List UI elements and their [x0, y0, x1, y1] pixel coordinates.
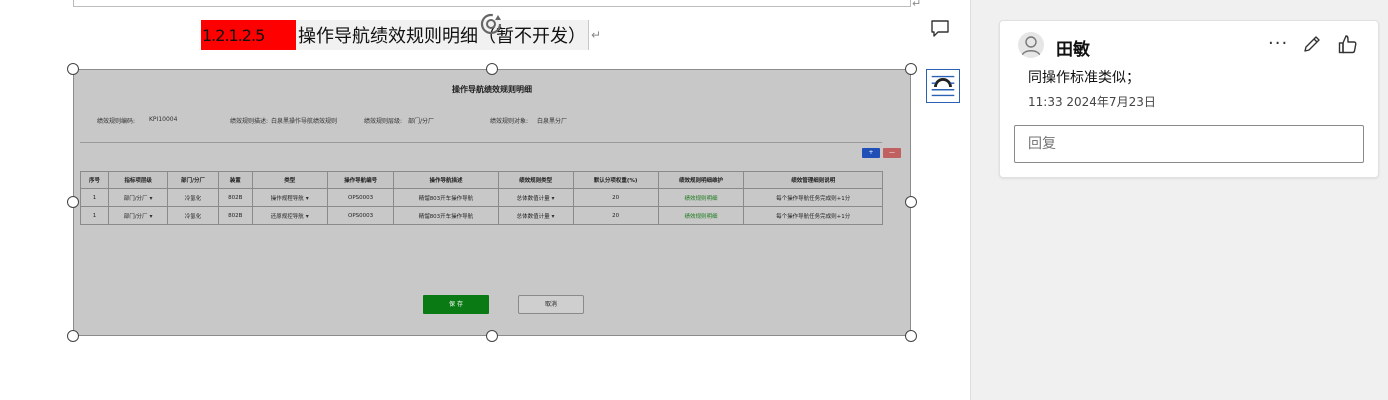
- rules-table: 序号 指标项层级 部门/分厂 装置 类型 操作导航编号 操作导航描述 绩效规则类…: [79, 171, 883, 225]
- column-header: 操作导航描述: [393, 171, 499, 189]
- table-cell: 每个操作导航任务完成则+1分: [743, 188, 883, 207]
- resize-handle-top-left[interactable]: [67, 63, 79, 75]
- table-cell: 802B: [217, 188, 253, 207]
- comments-pane: 田敏 ··· 同操作标准类似； 11:33 2024年7月23日: [970, 0, 1388, 400]
- table-header-row: 序号 指标项层级 部门/分厂 装置 类型 操作导航编号 操作导航描述 绩效规则类…: [79, 171, 883, 189]
- table-row: 1 部门/分厂 冷氢化 802B 还原规控导航 OPS0003 精馏803开车操…: [79, 206, 883, 225]
- table-cell: 20: [572, 188, 659, 207]
- table-cell: 精馏803开车操作导航: [393, 206, 499, 225]
- reply-input[interactable]: [1014, 125, 1364, 163]
- meta-value: 部门/分厂: [408, 118, 435, 125]
- edit-icon[interactable]: [1302, 34, 1322, 54]
- table-cell: 20: [572, 206, 659, 225]
- avatar-icon: [1018, 32, 1044, 58]
- meta-value: KPI10004: [149, 116, 178, 123]
- table-cell: 部门/分厂: [108, 188, 169, 207]
- rotate-handle-icon[interactable]: [478, 11, 504, 37]
- table-cell: 1: [79, 188, 110, 207]
- add-row-button: +: [862, 148, 880, 158]
- resize-handle-right[interactable]: [905, 196, 917, 208]
- cancel-button: 取消: [518, 295, 584, 314]
- embedded-image[interactable]: 操作导航绩效规则明细 绩效规则编码: KPI10004 绩效规则描述: 白泉黑操…: [73, 69, 911, 336]
- table-cell: 操作规程导航: [251, 188, 328, 207]
- resize-handle-bottom-left[interactable]: [67, 330, 79, 342]
- table-cell-link: 绩效规则明细: [657, 188, 745, 207]
- table-row: 1 部门/分厂 冷氢化 802B 操作规程导航 OPS0003 精馏803开车操…: [79, 188, 883, 207]
- comment-icon[interactable]: [930, 18, 950, 38]
- column-header: 装置: [217, 171, 253, 189]
- meta-label: 绩效规则编码:: [97, 118, 136, 125]
- table-cell: 冷氢化: [167, 206, 219, 225]
- column-header: 绩效规则明细维护: [657, 171, 745, 189]
- comment-text: 同操作标准类似；: [1028, 70, 1140, 86]
- table-cell: OPS0003: [326, 206, 395, 225]
- heading-title[interactable]: 操作导航绩效规则明细（暂不开发）: [296, 20, 589, 50]
- table-cell: OPS0003: [326, 188, 395, 207]
- section-heading[interactable]: 1.2.1.2.5 操作导航绩效规则明细（暂不开发） ↵: [201, 20, 601, 50]
- resize-handle-left[interactable]: [67, 196, 79, 208]
- comment-timestamp: 11:33 2024年7月23日: [1028, 95, 1156, 109]
- table-cell-link: 绩效规则明细: [657, 206, 745, 225]
- column-header: 绩效管理细则说明: [743, 171, 883, 189]
- column-header: 指标项层级: [108, 171, 169, 189]
- layout-options-icon[interactable]: [926, 69, 960, 103]
- resize-handle-bottom[interactable]: [486, 330, 498, 342]
- meta-value: 白泉黑分厂: [537, 118, 568, 125]
- meta-label: 绩效规则层级:: [364, 118, 403, 125]
- comment-author: 田敏: [1056, 40, 1090, 60]
- divider: [80, 142, 882, 143]
- column-header: 类型: [251, 171, 328, 189]
- comment-card[interactable]: 田敏 ··· 同操作标准类似； 11:33 2024年7月23日: [999, 20, 1379, 178]
- table-cell: 部门/分厂: [108, 206, 169, 225]
- paragraph-mark: ↵: [912, 0, 922, 10]
- meta-value: 白泉黑操作导航绩效规则: [271, 118, 338, 125]
- image-title: 操作导航绩效规则明细: [452, 85, 532, 94]
- heading-number[interactable]: 1.2.1.2.5: [201, 20, 296, 50]
- delete-row-button: —: [883, 148, 901, 158]
- meta-label: 绩效规则对象:: [490, 118, 529, 125]
- resize-handle-top[interactable]: [486, 63, 498, 75]
- table-cell: 精馏803开车操作导航: [393, 188, 499, 207]
- meta-label: 绩效规则描述:: [230, 118, 269, 125]
- table-cell: 802B: [217, 206, 253, 225]
- document-canvas[interactable]: ↵ 1.2.1.2.5 操作导航绩效规则明细（暂不开发） ↵ 操作导航绩效规则明…: [0, 0, 970, 400]
- column-header: 绩效规则类型: [497, 171, 574, 189]
- column-header: 操作导航编号: [326, 171, 395, 189]
- text-box-border: [73, 0, 911, 7]
- like-icon[interactable]: [1337, 33, 1359, 55]
- column-header: 默认分项权重(%): [572, 171, 659, 189]
- save-button: 保 存: [423, 295, 489, 314]
- resize-handle-top-right[interactable]: [905, 63, 917, 75]
- table-cell: 还原规控导航: [251, 206, 328, 225]
- table-cell: 总体数值计量: [497, 188, 574, 207]
- column-header: 部门/分厂: [167, 171, 219, 189]
- more-icon[interactable]: ···: [1268, 33, 1288, 54]
- resize-handle-bottom-right[interactable]: [905, 330, 917, 342]
- table-cell: 总体数值计量: [497, 206, 574, 225]
- column-header: 序号: [79, 171, 110, 189]
- paragraph-mark: ↵: [591, 28, 602, 42]
- table-cell: 每个操作导航任务完成则+1分: [743, 206, 883, 225]
- table-cell: 1: [79, 206, 110, 225]
- table-cell: 冷氢化: [167, 188, 219, 207]
